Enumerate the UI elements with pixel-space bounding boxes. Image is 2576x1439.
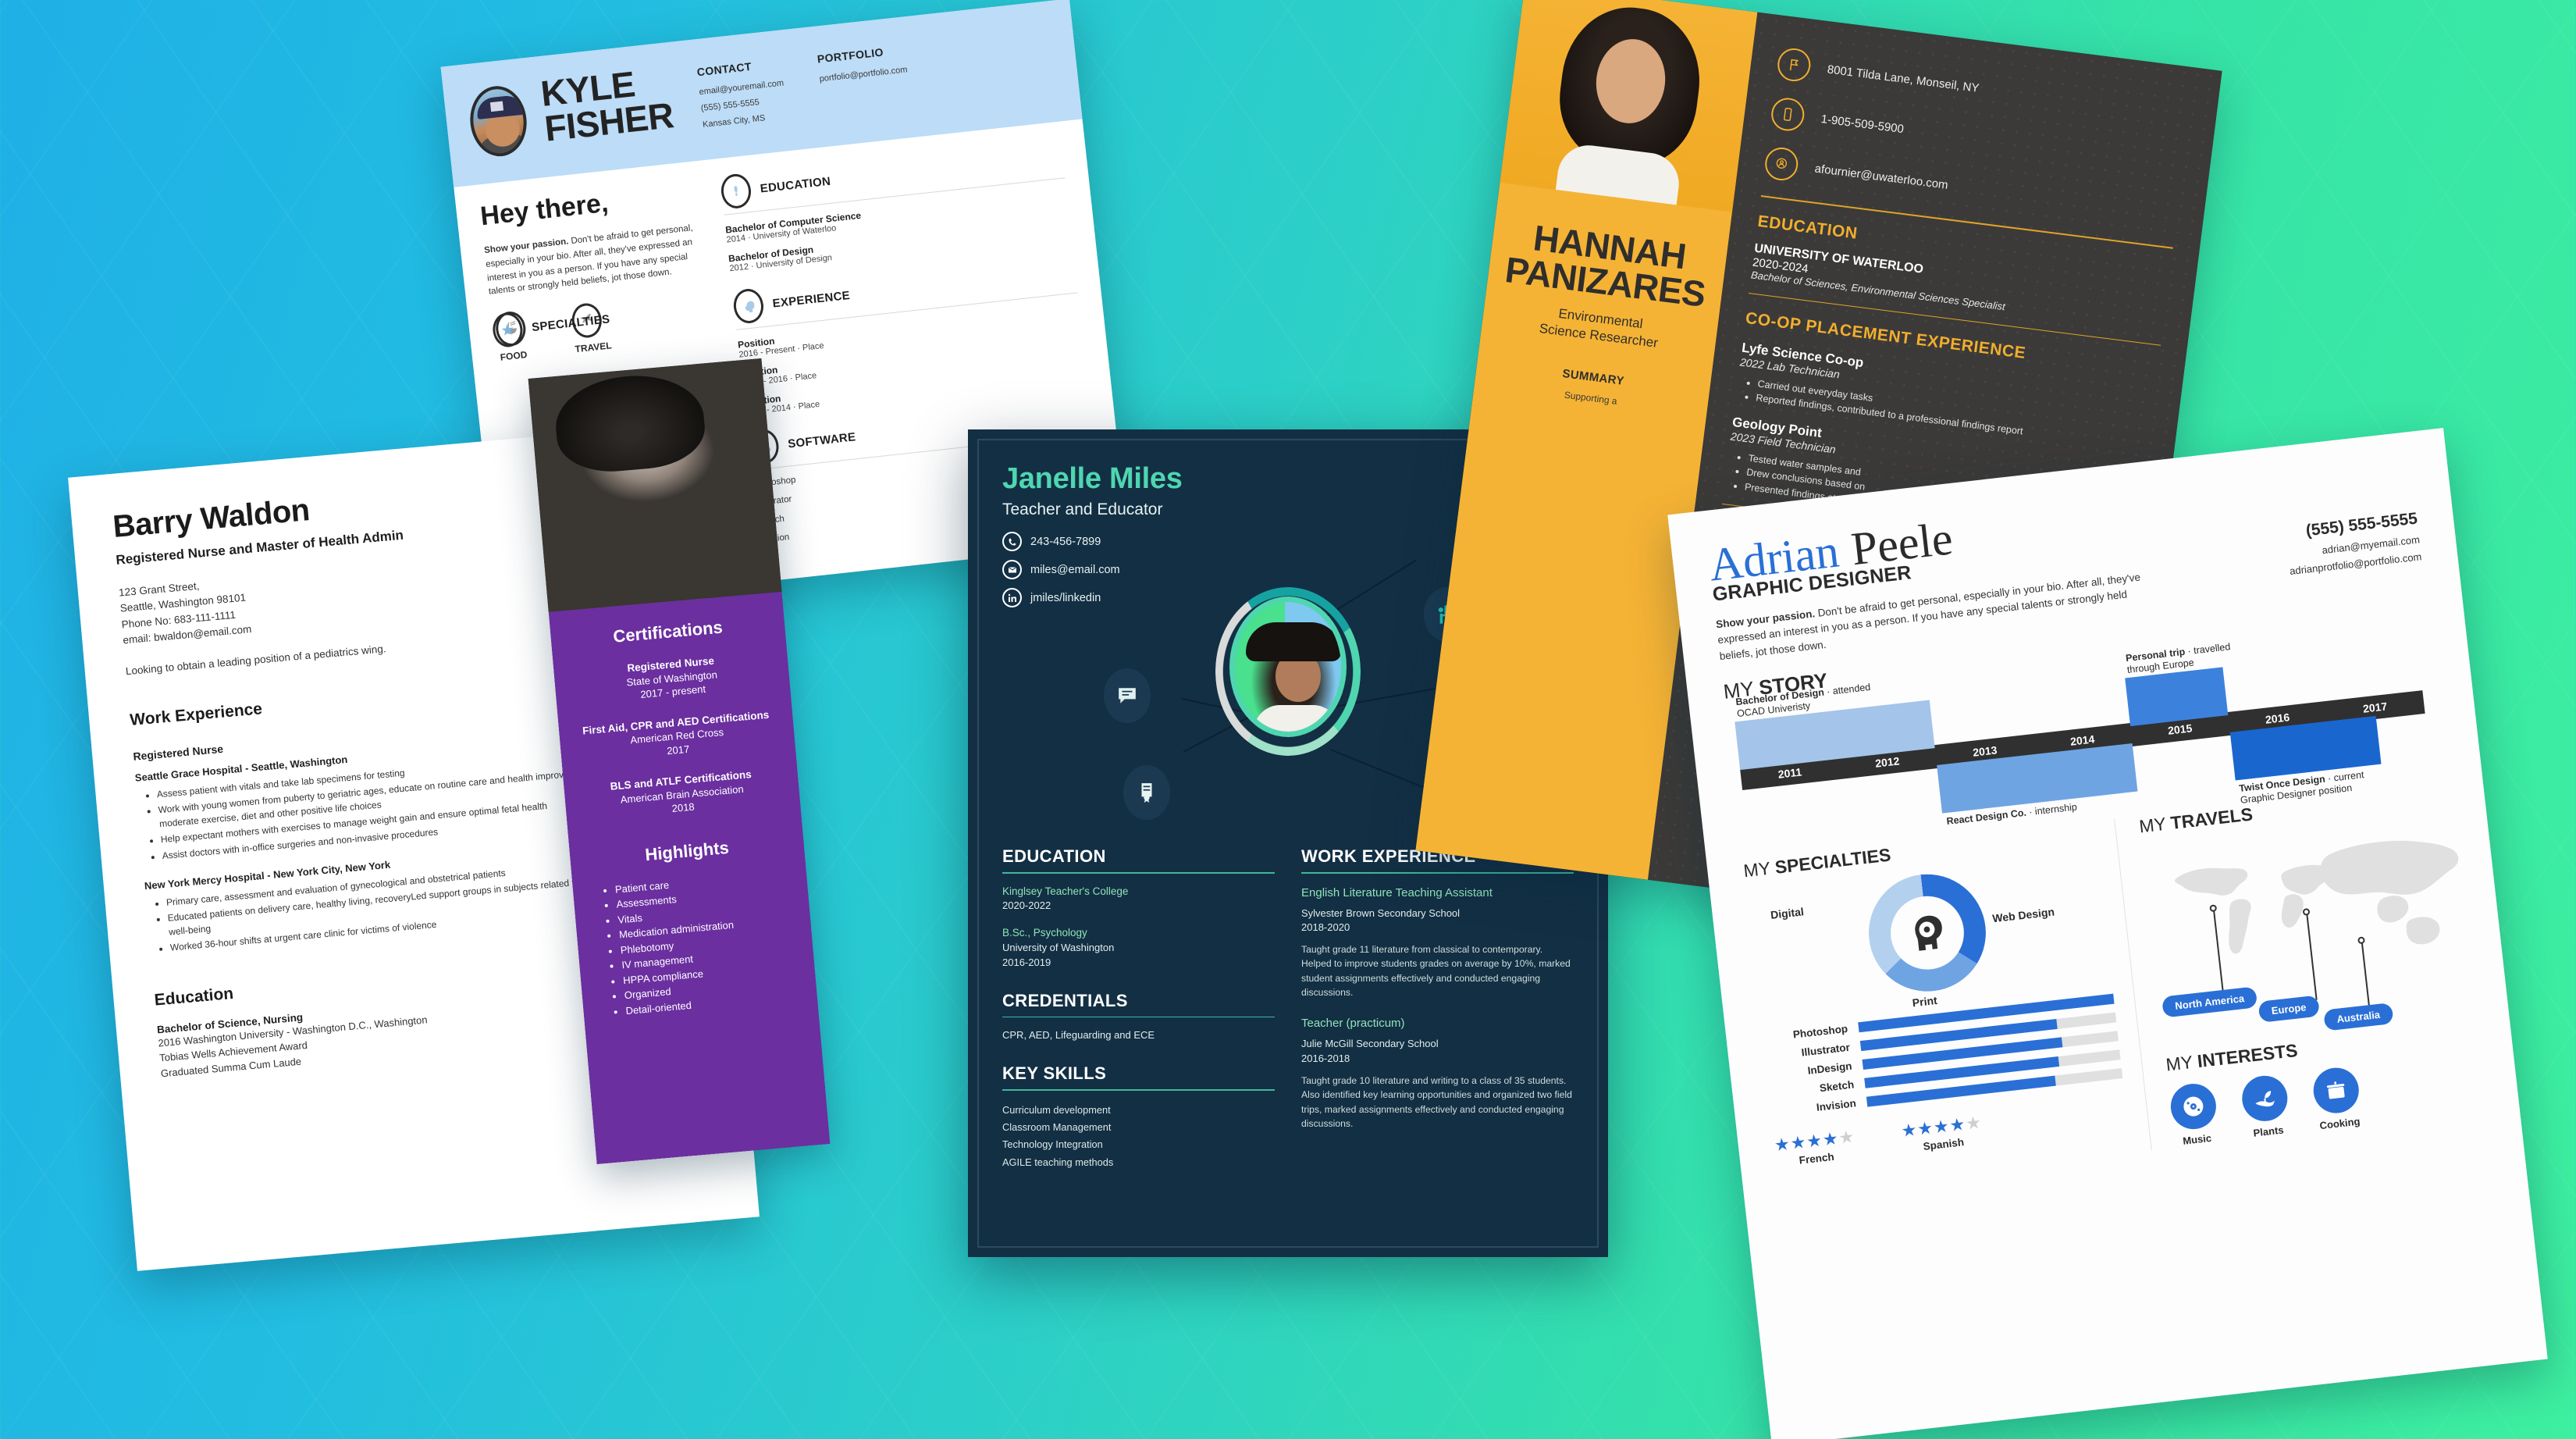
donut-label: Digital [1770,904,1805,921]
barry-photo [528,358,782,612]
interest-label: Cooking [2318,1115,2361,1131]
kyle-portfolio-col: PORTFOLIO portfolio@portfolio.com [817,43,912,123]
janelle-work-school: Sylvester Brown Secondary School [1301,906,1461,919]
janelle-work-years: 2016-2018 [1301,1053,1350,1065]
kyle-portfolio-heading: PORTFOLIO [817,45,884,66]
travel-tag: Australia [2323,1002,2394,1031]
janelle-edu-years: 2020-2022 [1002,899,1051,912]
kyle-portfolio-link[interactable]: portfolio@portfolio.com [819,65,908,84]
envelope-icon [1002,560,1022,579]
language-rating: ★★★★★ Spanish [1900,1112,1984,1154]
kyle-software-heading: SOFTWARE [787,429,857,451]
janelle-avatar [1229,597,1347,737]
interest-plants: Plants [2240,1073,2291,1140]
vinyl-record-icon [2168,1081,2218,1131]
kyle-avatar [466,83,531,159]
cooking-pot-icon [2311,1065,2361,1116]
list-item: Curriculum development [1002,1103,1111,1116]
interest-label: Plants [2252,1124,2285,1139]
interest-cooking: Cooking [2311,1065,2363,1131]
donut-label: Web Design [1991,905,2055,925]
janelle-credentials-text: CPR, AED, Lifeguarding and ECE [1002,1029,1155,1042]
janelle-email-text: miles@email.com [1030,563,1120,576]
highlights-list: Patient care Assessments Vitals Medicati… [614,867,799,1018]
janelle-credentials-heading: CREDENTIALS [1002,990,1128,1010]
kyle-specialty-food-label: FOOD [500,349,528,363]
location-flag-icon [1775,46,1813,84]
interest-music: Music [2168,1081,2220,1148]
speech-bubble-icon [1104,668,1151,723]
ribbon-icon [719,172,753,210]
kyle-education-heading: EDUCATION [759,174,831,195]
janelle-work-desc: Taught grade 11 literature from classica… [1301,944,1571,999]
janelle-edu-school: B.Sc., Psychology [1002,927,1087,939]
tool-label: Photoshop [1792,1022,1848,1041]
janelle-work-years: 2018-2020 [1301,921,1350,934]
hannah-avatar [1500,0,1758,212]
hannah-email-text: afournier@uwaterloo.com [1813,161,1949,192]
kyle-bio: Show your passion. Don't be afraid to ge… [483,223,694,297]
certifications-heading: Certifications [612,617,724,646]
plant-hand-icon [2240,1073,2290,1124]
list-item: AGILE teaching methods [1002,1156,1114,1168]
language-rating: ★★★★★ French [1774,1127,1858,1169]
donut-label: Print [1911,993,1938,1010]
kyle-specialty-travel-label: TRAVEL [574,340,613,355]
list-item: Classroom Management [1002,1121,1112,1134]
kyle-contact-city: Kansas City, MS [702,113,766,130]
janelle-work-desc: Taught grade 10 literature and writing t… [1301,1075,1572,1129]
brain-gear-icon [731,287,766,325]
adrian-specialties-donut-chart: Web Design Print Digital [1745,850,2112,1021]
kyle-name: KYLE FISHER [539,63,676,149]
tool-label: Sketch [1819,1078,1855,1095]
janelle-phone-text: 243-456-7899 [1030,535,1101,548]
interest-label: Music [2182,1131,2212,1147]
tool-label: Invision [1816,1097,1857,1113]
certificate-icon [1123,765,1170,820]
kyle-contact-col: CONTACT email@youremail.com (555) 555-55… [696,57,788,137]
tool-label: Illustrator [1800,1041,1851,1059]
janelle-work-title: English Literature Teaching Assistant [1301,885,1493,899]
janelle-work-school: Julie McGill Secondary School [1301,1038,1439,1050]
janelle-edu-years: 2016-2019 [1002,956,1051,968]
travel-tag: Europe [2258,995,2320,1023]
janelle-edu-detail: University of Washington [1002,942,1115,954]
kyle-experience-heading: EXPERIENCE [771,288,851,311]
star-icon [491,311,525,349]
resume-card-adrian-peele[interactable]: Adrian Peele GRAPHIC DESIGNER Show your … [1667,428,2548,1439]
janelle-education-heading: EDUCATION [1002,846,1106,866]
kyle-contact-heading: CONTACT [696,59,753,79]
head-gear-icon [1902,907,1952,957]
janelle-work-title: Teacher (practicum) [1301,1017,1405,1031]
hannah-phone-text: 1-905-509-5900 [1820,112,1905,136]
world-map-icon [2174,840,2459,954]
kyle-contact-phone: (555) 555-5555 [700,98,760,114]
phone-icon [1002,532,1022,551]
hannah-address-text: 8001 Tilda Lane, Monseil, NY [1826,62,1980,95]
list-item: Technology Integration [1002,1138,1103,1151]
adrian-travel-map: North America Europe Australia [2141,810,2474,1055]
person-chat-icon [1763,145,1800,183]
janelle-edu-school: Kinglsey Teacher's College [1002,885,1129,897]
tool-label: InDesign [1806,1060,1853,1077]
highlights-heading: Highlights [644,837,730,865]
kyle-contact-email: email@youremail.com [699,78,785,98]
kyle-specialties-heading: SPECIALTIES [531,312,611,334]
janelle-keyskills-heading: KEY SKILLS [1002,1063,1107,1084]
mobile-phone-icon [1769,96,1806,133]
